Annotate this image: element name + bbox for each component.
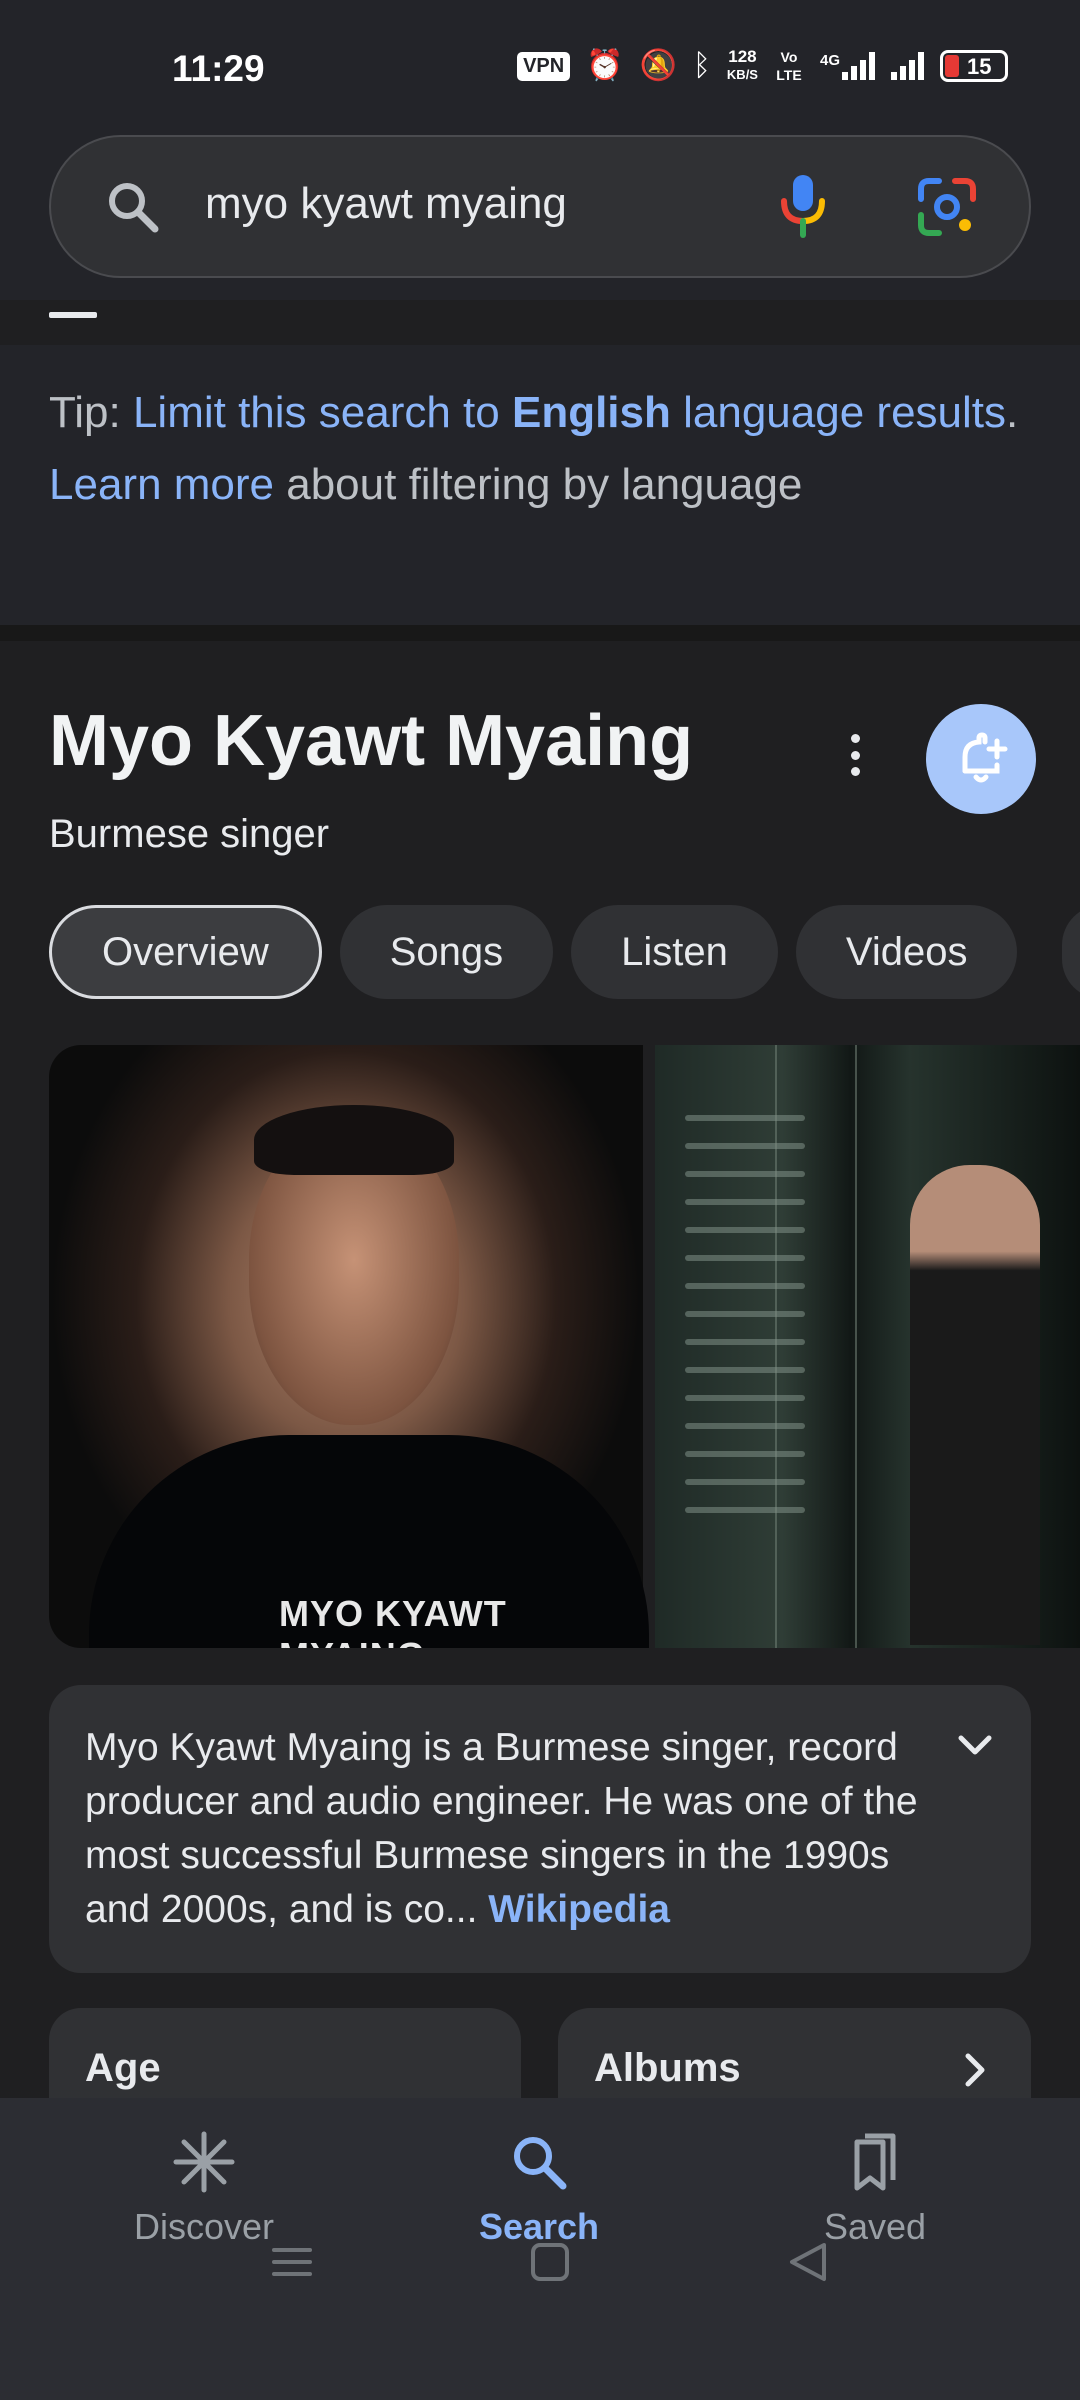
limit-link-text-end: language results <box>670 388 1007 437</box>
vpn-icon: VPN <box>517 51 571 81</box>
entity-tabs: Overview Songs Listen Videos <box>49 905 1018 999</box>
status-bar: 11:29 VPN ⏰ 🔕 ᛒ 128 KB/S Vo LTE 4G 15 <box>0 0 1080 130</box>
mute-icon: 🔕 <box>639 49 677 82</box>
chevron-right-icon <box>965 2053 985 2087</box>
search-icon <box>514 2137 567 2190</box>
entity-title: Myo Kyawt Myaing <box>49 701 694 781</box>
search-bar[interactable]: myo kyawt myaing <box>49 135 1031 278</box>
search-input[interactable]: myo kyawt myaing <box>205 179 567 229</box>
tip-period: . <box>1006 388 1019 437</box>
chevron-down-icon[interactable] <box>955 1725 995 1765</box>
image-gallery[interactable]: MYO KYAWT MYAING <box>49 1045 1080 1648</box>
entity-description[interactable]: Myo Kyawt Myaing is a Burmese singer, re… <box>49 1685 1031 1973</box>
more-options-icon[interactable] <box>840 730 870 780</box>
bell-plus-icon <box>962 732 1008 783</box>
tab-videos[interactable]: Videos <box>795 905 1018 999</box>
photo-caption: MYO KYAWT MYAING <box>279 1593 507 1648</box>
volte-icon: Vo LTE <box>776 49 802 83</box>
learn-more-link[interactable]: Learn more <box>49 460 274 509</box>
menu-icon[interactable] <box>270 2240 314 2284</box>
scroll-indicator <box>49 312 97 318</box>
battery-icon: 15 <box>940 50 1008 82</box>
signal-4g-icon: 4G <box>820 52 875 80</box>
language-tip: Tip: Limit this search to English langua… <box>0 345 1080 625</box>
net-speed: 128 KB/S <box>727 48 758 84</box>
system-navigation <box>0 2195 1080 2335</box>
tab-overview[interactable]: Overview <box>49 905 322 999</box>
discover-icon <box>173 2131 235 2193</box>
google-lens-icon[interactable] <box>915 175 979 239</box>
limit-link-text: Limit this search to <box>132 388 512 437</box>
home-icon[interactable] <box>528 2240 572 2284</box>
follow-notification-button[interactable] <box>926 704 1036 814</box>
search-header: myo kyawt myaing <box>0 130 1080 300</box>
tip-prefix: Tip: <box>49 388 133 437</box>
bluetooth-icon: ᛒ <box>692 49 711 82</box>
limit-english-link[interactable]: Limit this search to English language re… <box>133 388 1006 437</box>
search-icon <box>109 183 159 233</box>
tip-suffix: about filtering by language <box>274 460 803 509</box>
english-bold-text: English <box>511 388 671 437</box>
back-icon[interactable] <box>786 2240 830 2284</box>
net-speed-value: 128 <box>728 47 757 66</box>
albums-label: Albums <box>594 2046 741 2090</box>
tab-listen[interactable]: Listen <box>571 905 778 999</box>
tab-songs[interactable]: Songs <box>339 905 554 999</box>
microphone-icon[interactable] <box>775 171 831 241</box>
alarm-icon: ⏰ <box>586 49 624 82</box>
section-divider <box>0 625 1080 641</box>
wikipedia-link[interactable]: Wikipedia <box>488 1888 670 1931</box>
signal-icon <box>891 52 924 80</box>
entity-subtitle: Burmese singer <box>49 812 330 856</box>
tab-next-partial[interactable] <box>1062 905 1080 999</box>
age-label: Age <box>85 2046 161 2090</box>
artist-photo[interactable]: MYO KYAWT MYAING <box>49 1045 649 1648</box>
status-time: 11:29 <box>172 48 265 89</box>
status-icons: VPN ⏰ 🔕 ᛒ 128 KB/S Vo LTE 4G 15 <box>517 48 1008 84</box>
net-speed-unit: KB/S <box>726 67 758 82</box>
album-cover-photo[interactable] <box>655 1045 1080 1648</box>
battery-level: 15 <box>967 54 992 79</box>
network-type: 4G <box>819 52 840 69</box>
saved-icon <box>854 2133 896 2191</box>
